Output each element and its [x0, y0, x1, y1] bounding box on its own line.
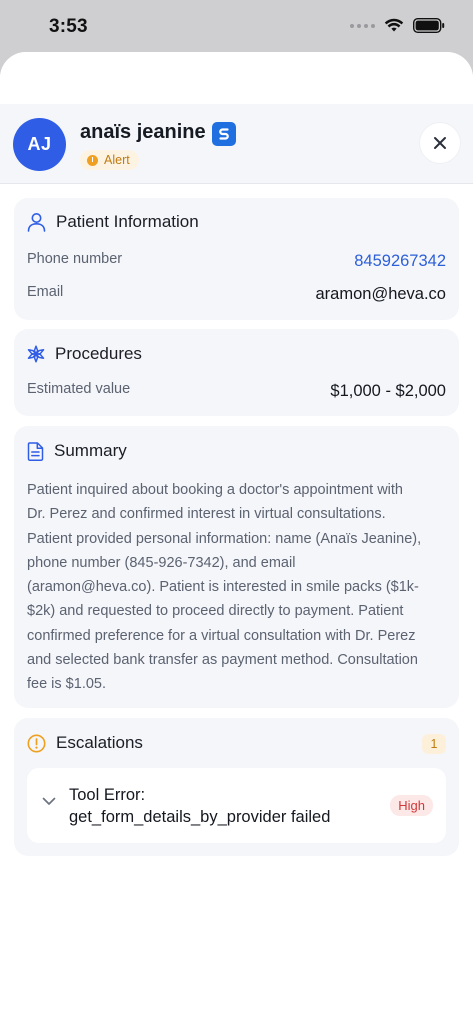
escalation-text: Tool Error: get_form_details_by_provider…	[69, 784, 330, 828]
escalation-item[interactable]: Tool Error: get_form_details_by_provider…	[27, 768, 446, 843]
summary-line: $2k) and requested to proceed directly t…	[27, 603, 404, 620]
escalations-header: Escalations	[27, 733, 143, 753]
escalations-card: Escalations 1 Tool Error: get_form_detai…	[14, 718, 459, 856]
summary-line: Dr. Perez and confirmed interest in virt…	[27, 506, 386, 523]
person-icon	[27, 213, 46, 232]
patient-information-card: Patient Information Phone number 8459267…	[14, 198, 459, 320]
summary-line: (aramon@heva.co). Patient is interested …	[27, 579, 419, 596]
summary-title: Summary	[54, 441, 127, 460]
status-icons	[350, 18, 445, 33]
summary-line: confirmed preference for a virtual consu…	[27, 627, 416, 644]
email-value: aramon@heva.co	[315, 285, 447, 303]
escalations-count-badge: 1	[422, 734, 446, 754]
wifi-icon	[384, 18, 404, 32]
patient-header: AJ anaïs jeanine Alert	[0, 104, 473, 184]
patient-information-header: Patient Information	[27, 212, 199, 232]
escalations-title: Escalations	[56, 733, 143, 752]
chevron-down-icon[interactable]	[42, 797, 56, 806]
procedures-header: Procedures	[27, 344, 142, 364]
escalation-title: Tool Error:	[69, 786, 146, 804]
summary-line: Patient inquired about booking a doctor'…	[27, 482, 403, 498]
patient-name: anaïs jeanine	[80, 121, 206, 143]
escalation-detail: get_form_details_by_provider failed	[69, 808, 331, 826]
app-logo-icon	[212, 122, 236, 146]
battery-icon	[413, 18, 445, 33]
summary-header: Summary	[27, 441, 127, 461]
patient-information-title: Patient Information	[56, 212, 199, 231]
procedures-card: Procedures Estimated value $1,000 - $2,0…	[14, 329, 459, 416]
phone-number-link[interactable]: 8459267342	[354, 252, 446, 271]
procedures-title: Procedures	[55, 344, 142, 363]
estimated-value: $1,000 - $2,000	[330, 382, 446, 400]
document-icon	[27, 441, 44, 461]
summary-text: Patient inquired about booking a doctor'…	[27, 478, 447, 697]
close-icon	[434, 137, 446, 149]
patient-detail-sheet: AJ anaïs jeanine Alert Patient Informati…	[0, 52, 473, 1024]
phone-number-label: Phone number	[27, 251, 123, 267]
asterisk-icon	[27, 345, 45, 363]
summary-line: fee is $1.05.	[27, 676, 106, 693]
estimated-value-label: Estimated value	[27, 381, 131, 397]
alert-badge-label: Alert	[104, 153, 130, 167]
close-button[interactable]	[420, 123, 460, 163]
summary-card: Summary Patient inquired about booking a…	[14, 426, 459, 708]
avatar: AJ	[13, 118, 66, 171]
email-label: Email	[27, 284, 64, 300]
priority-badge: High	[390, 795, 433, 816]
summary-line: and selected bank transfer as payment me…	[27, 652, 418, 669]
summary-line: Patient provided personal information: n…	[27, 530, 422, 547]
status-time: 3:53	[49, 16, 88, 37]
sheet-top-spacer	[0, 52, 473, 104]
alert-circle-icon	[27, 734, 46, 752]
status-bar: 3:53	[0, 0, 473, 52]
alert-icon	[87, 154, 98, 166]
summary-line: phone number (845-926-7342), and email	[27, 554, 296, 571]
alert-badge: Alert	[80, 150, 139, 170]
cellular-signal-icon	[350, 23, 375, 28]
